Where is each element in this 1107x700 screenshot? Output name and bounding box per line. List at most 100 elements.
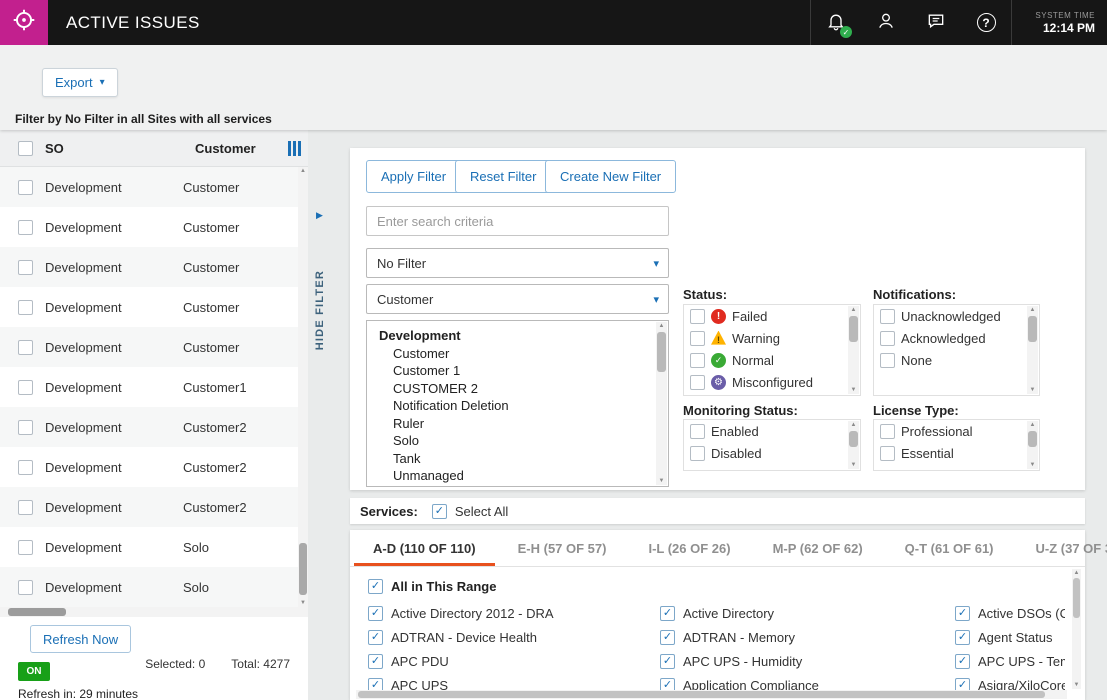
status-filter-option[interactable]: Normal	[684, 349, 860, 371]
service-option[interactable]: APC UPS - Tempe	[955, 654, 1065, 669]
table-row[interactable]: Development Customer	[0, 287, 298, 327]
row-checkbox[interactable]	[18, 540, 33, 555]
row-checkbox[interactable]	[18, 380, 33, 395]
tree-item[interactable]: Notification Deletion	[379, 397, 654, 415]
service-range-tab[interactable]: Q-T (61 OF 61)	[884, 530, 1015, 566]
tree-item[interactable]: Solo	[379, 432, 654, 450]
service-checkbox[interactable]	[368, 630, 383, 645]
status-checkbox[interactable]	[690, 309, 705, 324]
table-row[interactable]: Development Customer	[0, 167, 298, 207]
collapse-arrow-icon[interactable]: ▶	[316, 210, 323, 221]
refresh-now-button[interactable]: Refresh Now	[30, 625, 131, 653]
column-header-customer[interactable]: Customer	[195, 141, 256, 156]
notification-filter-option[interactable]: Acknowledged	[874, 327, 1039, 349]
status-filter-option[interactable]: Warning	[684, 327, 860, 349]
reset-filter-button[interactable]: Reset Filter	[455, 160, 551, 193]
table-vertical-scrollbar[interactable]	[298, 167, 308, 607]
table-row[interactable]: Development Customer	[0, 247, 298, 287]
column-chooser-icon[interactable]	[287, 141, 302, 161]
status-scrollbar[interactable]	[848, 306, 859, 394]
service-checkbox[interactable]	[955, 606, 970, 621]
tree-item[interactable]: Customer 1	[379, 362, 654, 380]
monitoring-status-scrollbar[interactable]	[848, 421, 859, 469]
license-type-checkbox[interactable]	[880, 424, 895, 439]
row-checkbox[interactable]	[18, 500, 33, 515]
services-vertical-scrollbar[interactable]	[1072, 569, 1081, 689]
monitoring-status-option[interactable]: Enabled	[684, 420, 860, 442]
license-type-option[interactable]: Professional	[874, 420, 1039, 442]
group-by-select[interactable]: Customer ▾	[366, 284, 669, 314]
tree-item[interactable]: Unmanaged	[379, 467, 654, 485]
app-logo[interactable]	[0, 0, 48, 45]
tree-item[interactable]: Customer	[379, 345, 654, 363]
service-option[interactable]: Agent Status	[955, 630, 1065, 645]
select-all-rows-checkbox[interactable]	[18, 141, 33, 156]
license-type-scrollbar[interactable]	[1027, 421, 1038, 469]
row-checkbox[interactable]	[18, 180, 33, 195]
table-row[interactable]: Development Customer1	[0, 367, 298, 407]
service-checkbox[interactable]	[660, 630, 675, 645]
table-row[interactable]: Development Customer2	[0, 487, 298, 527]
service-range-tab[interactable]: M-P (62 OF 62)	[752, 530, 884, 566]
row-checkbox[interactable]	[18, 220, 33, 235]
service-range-tab[interactable]: I-L (26 OF 26)	[627, 530, 751, 566]
export-button[interactable]: Export ▾	[42, 68, 118, 97]
auto-refresh-toggle[interactable]: ON	[18, 662, 50, 681]
scrollbar-thumb[interactable]	[1028, 431, 1037, 447]
scrollbar-thumb[interactable]	[657, 332, 666, 372]
service-range-tab[interactable]: U-Z (37 OF 37)	[1015, 530, 1107, 566]
help-button[interactable]: ?	[961, 0, 1011, 45]
notification-checkbox[interactable]	[880, 353, 895, 368]
all-in-range-checkbox[interactable]	[368, 579, 383, 594]
table-row[interactable]: Development Customer	[0, 327, 298, 367]
scrollbar-thumb[interactable]	[299, 543, 307, 595]
scrollbar-thumb[interactable]	[849, 431, 858, 447]
row-checkbox[interactable]	[18, 420, 33, 435]
service-option[interactable]: ADTRAN - Memory	[660, 630, 955, 645]
table-row[interactable]: Development Customer	[0, 207, 298, 247]
tree-scrollbar[interactable]	[656, 322, 667, 485]
notification-filter-option[interactable]: Unacknowledged	[874, 305, 1039, 327]
status-filter-option[interactable]: Misconfigured	[684, 371, 860, 393]
table-row[interactable]: Development Customer2	[0, 407, 298, 447]
feedback-button[interactable]	[911, 0, 961, 45]
notification-filter-option[interactable]: None	[874, 349, 1039, 371]
notifications-bell-button[interactable]: ✓	[811, 0, 861, 45]
create-new-filter-button[interactable]: Create New Filter	[545, 160, 676, 193]
tree-item[interactable]: Ruler	[379, 415, 654, 433]
scrollbar-thumb[interactable]	[849, 316, 858, 342]
select-all-services-checkbox[interactable]	[432, 504, 447, 519]
status-filter-option[interactable]: Failed	[684, 305, 860, 327]
search-input[interactable]	[366, 206, 669, 236]
notification-checkbox[interactable]	[880, 331, 895, 346]
table-horizontal-scrollbar[interactable]	[0, 607, 308, 617]
hide-filter-button[interactable]: HIDE FILTER	[314, 270, 326, 350]
scrollbar-thumb[interactable]	[1028, 316, 1037, 342]
scrollbar-thumb[interactable]	[8, 608, 66, 616]
table-row[interactable]: Development Solo	[0, 567, 298, 607]
row-checkbox[interactable]	[18, 580, 33, 595]
scrollbar-thumb[interactable]	[358, 691, 1045, 698]
status-checkbox[interactable]	[690, 353, 705, 368]
tree-item[interactable]: Tank	[379, 450, 654, 468]
service-option[interactable]: Active Directory	[660, 606, 955, 621]
service-range-tab[interactable]: E-H (57 OF 57)	[497, 530, 628, 566]
tree-item[interactable]: Development	[379, 327, 654, 345]
service-checkbox[interactable]	[955, 630, 970, 645]
license-type-checkbox[interactable]	[880, 446, 895, 461]
column-header-so[interactable]: SO	[45, 141, 64, 156]
row-checkbox[interactable]	[18, 460, 33, 475]
monitoring-status-option[interactable]: Disabled	[684, 442, 860, 464]
service-option[interactable]: ADTRAN - Device Health	[368, 630, 660, 645]
notification-checkbox[interactable]	[880, 309, 895, 324]
tree-item[interactable]: CUSTOMER 2	[379, 380, 654, 398]
service-checkbox[interactable]	[660, 654, 675, 669]
status-checkbox[interactable]	[690, 331, 705, 346]
monitoring-status-checkbox[interactable]	[690, 446, 705, 461]
filter-select[interactable]: No Filter ▾	[366, 248, 669, 278]
service-range-tab[interactable]: A-D (110 OF 110)	[352, 530, 497, 566]
monitoring-status-checkbox[interactable]	[690, 424, 705, 439]
service-option[interactable]: APC PDU	[368, 654, 660, 669]
apply-filter-button[interactable]: Apply Filter	[366, 160, 461, 193]
row-checkbox[interactable]	[18, 260, 33, 275]
